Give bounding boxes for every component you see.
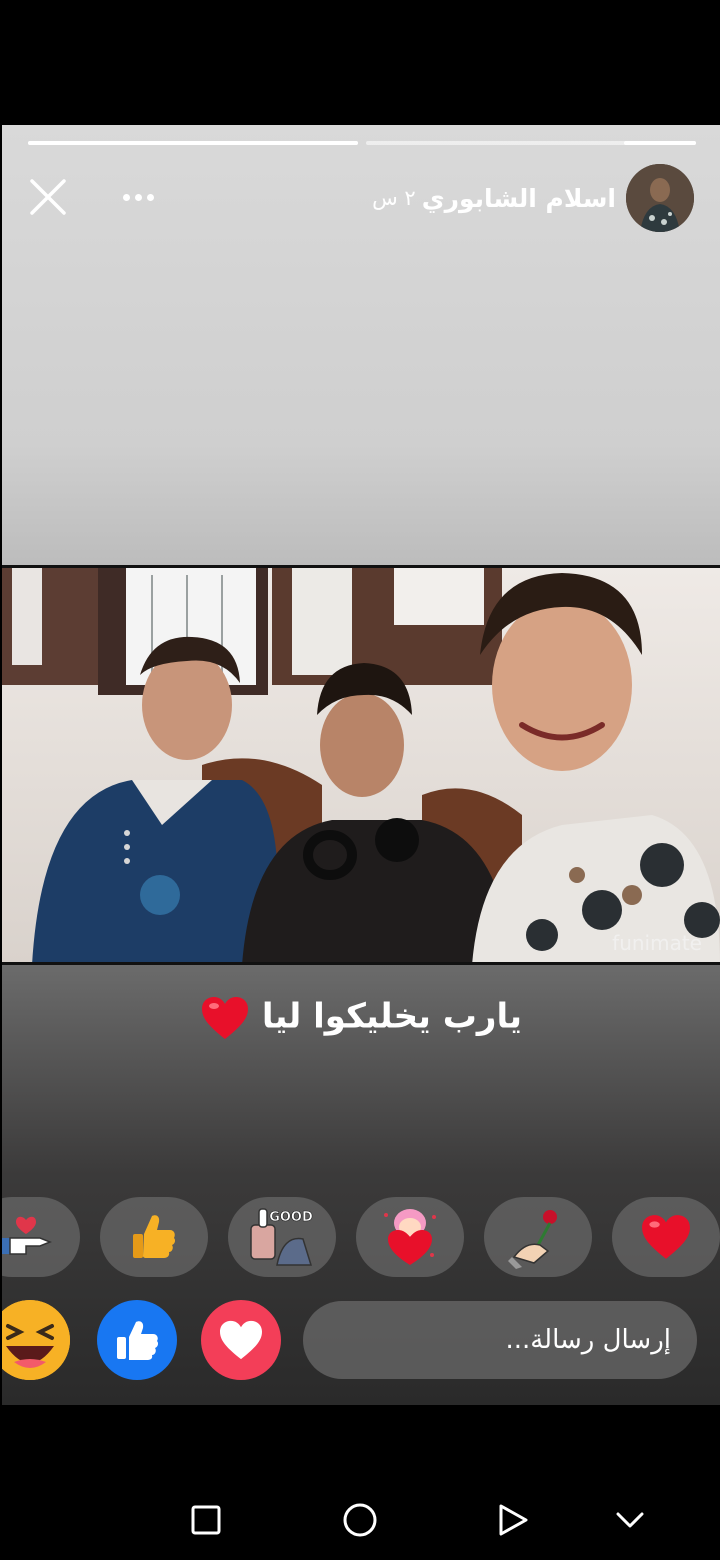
story-author[interactable]: اسلام الشابوري ٢ س <box>372 164 694 232</box>
more-dot-icon <box>146 193 154 201</box>
story-viewer[interactable]: اسلام الشابوري ٢ س funimate يارب يخليكوا… <box>2 125 720 1405</box>
caption-text: يارب يخليكوا ليا <box>261 996 522 1037</box>
recent-apps-button[interactable] <box>186 1500 226 1540</box>
quick-sticker-row: GOOD <box>2 1197 720 1277</box>
reply-bar: إرسال رسالة... <box>2 1300 720 1382</box>
more-dot-icon <box>134 193 142 201</box>
love-heart-icon <box>220 1320 262 1360</box>
pointing-hand-heart-icon <box>2 1216 53 1255</box>
story-caption: يارب يخليكوا ليا <box>2 995 720 1041</box>
close-icon <box>30 179 66 215</box>
good-sticker-icon: GOOD <box>250 1208 313 1266</box>
story-photo: funimate <box>2 565 720 965</box>
like-thumb-icon <box>117 1321 159 1360</box>
system-navigation-bar <box>0 1470 720 1560</box>
thumbs-up-emoji-sticker[interactable] <box>100 1197 208 1277</box>
good-sticker-text: GOOD <box>269 1210 313 1225</box>
more-options-button[interactable] <box>116 185 160 209</box>
watermark-text: funimate <box>612 931 702 955</box>
author-name[interactable]: اسلام الشابوري <box>422 184 616 213</box>
love-reaction-button[interactable] <box>201 1300 281 1380</box>
triangle-icon <box>499 1504 528 1536</box>
thumbs-up-emoji-icon <box>133 1215 176 1258</box>
hand-with-rose-sticker[interactable] <box>484 1197 592 1277</box>
red-heart-sticker[interactable] <box>612 1197 720 1277</box>
back-button[interactable] <box>492 1500 532 1540</box>
girl-holding-heart-icon <box>384 1209 436 1265</box>
hide-navbar-button[interactable] <box>610 1500 650 1540</box>
square-icon <box>191 1505 221 1535</box>
avatar-photo <box>626 164 694 232</box>
haha-reaction-button[interactable] <box>2 1300 70 1380</box>
more-dot-icon <box>122 193 130 201</box>
chevron-down-icon <box>616 1512 644 1528</box>
haha-emoji-icon <box>2 1300 70 1380</box>
home-button[interactable] <box>340 1500 380 1540</box>
message-input-placeholder: إرسال رسالة... <box>505 1325 671 1355</box>
good-sticker[interactable]: GOOD <box>228 1197 336 1277</box>
group-photo: funimate <box>2 565 720 965</box>
circle-icon <box>343 1503 377 1537</box>
like-reaction-button[interactable] <box>97 1300 177 1380</box>
hand-with-rose-icon <box>508 1210 557 1269</box>
girl-holding-heart-sticker[interactable] <box>356 1197 464 1277</box>
message-input[interactable]: إرسال رسالة... <box>303 1301 697 1379</box>
story-progress-1 <box>28 141 358 145</box>
pointing-hand-heart-sticker[interactable] <box>2 1197 80 1277</box>
red-heart-icon <box>642 1215 690 1259</box>
avatar[interactable] <box>626 164 694 232</box>
post-time: ٢ س <box>372 186 416 210</box>
red-heart-emoji-icon <box>202 997 248 1039</box>
story-progress-3 <box>624 141 696 145</box>
close-button[interactable] <box>28 177 68 217</box>
